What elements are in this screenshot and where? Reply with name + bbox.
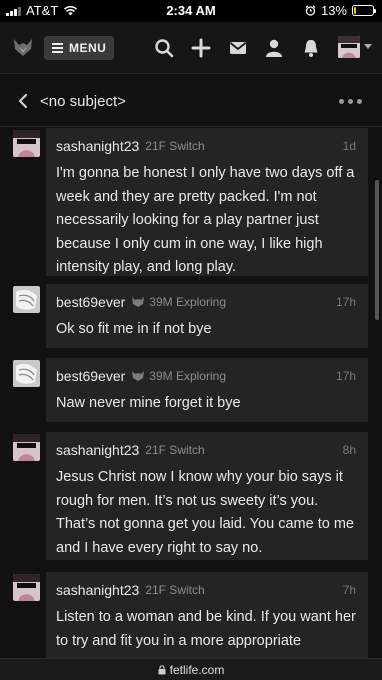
- message-thread[interactable]: sashanight23 21F Switch 1d I'm gonna be …: [0, 128, 382, 658]
- back-arrow-icon[interactable]: [16, 93, 30, 109]
- chevron-down-icon[interactable]: [364, 44, 372, 49]
- sender-avatar[interactable]: [13, 130, 40, 157]
- message-text: Ok so fit me in if not bye: [56, 321, 212, 337]
- avatar-image: [338, 36, 360, 58]
- message-text: Naw never mine forget it bye: [56, 395, 241, 411]
- message-time: 7h: [342, 583, 356, 597]
- avatar-image: [13, 360, 40, 387]
- top-navigation: MENU: [0, 22, 382, 74]
- sender-username[interactable]: best69ever: [56, 294, 125, 310]
- alarm-icon: [305, 5, 316, 16]
- message-bubble: sashanight23 21F Switch 1d I'm gonna be …: [46, 128, 368, 276]
- sender-stats: 39M Exploring: [149, 369, 226, 383]
- sender-username[interactable]: sashanight23: [56, 442, 139, 458]
- sender-stats: 39M Exploring: [149, 295, 226, 309]
- browser-url-bar[interactable]: fetlife.com: [0, 658, 382, 680]
- message-time: 1d: [342, 139, 356, 153]
- user-avatar[interactable]: [338, 36, 360, 58]
- battery-percent: 13%: [320, 3, 347, 18]
- devil-badge-icon: [132, 371, 145, 381]
- url-domain: fetlife.com: [169, 662, 225, 677]
- message-bubble: sashanight23 21F Switch 7h Listen to a w…: [46, 572, 368, 658]
- message-meta: sashanight23 21F Switch 8h: [56, 442, 356, 458]
- message-time: 17h: [335, 369, 356, 383]
- sender-stats: 21F Switch: [145, 583, 205, 597]
- scrollbar[interactable]: [375, 180, 379, 320]
- message-meta: best69ever 39M Exploring 17h: [56, 294, 356, 310]
- avatar-image: [13, 130, 40, 157]
- hamburger-icon: [52, 43, 63, 53]
- battery-level-fill: [354, 7, 357, 14]
- message-meta: best69ever 39M Exploring 17h: [56, 368, 356, 384]
- sender-stats: 21F Switch: [145, 443, 205, 457]
- sender-avatar[interactable]: [13, 286, 40, 313]
- bell-icon[interactable]: [301, 38, 321, 58]
- devil-badge-icon: [132, 297, 145, 307]
- battery-icon: [352, 5, 376, 16]
- plus-icon[interactable]: [191, 38, 211, 58]
- mail-icon[interactable]: [228, 38, 248, 58]
- avatar-image: [13, 434, 40, 461]
- sender-username[interactable]: best69ever: [56, 368, 125, 384]
- fetlife-logo-icon[interactable]: [12, 36, 34, 58]
- status-right: 13%: [305, 3, 376, 18]
- sender-avatar[interactable]: [13, 360, 40, 387]
- sender-avatar[interactable]: [13, 574, 40, 601]
- message-text: Listen to a woman and be kind. If you wa…: [56, 609, 356, 649]
- sender-username[interactable]: sashanight23: [56, 582, 139, 598]
- more-options-icon[interactable]: [339, 99, 362, 104]
- status-bar: AT&T 2:34 AM 13%: [0, 0, 382, 22]
- message-text: I'm gonna be honest I only have two days…: [56, 165, 355, 275]
- message-time: 17h: [335, 295, 356, 309]
- conversation-header: <no subject>: [0, 75, 382, 127]
- menu-button[interactable]: MENU: [44, 36, 114, 60]
- sender-stats: 21F Switch: [145, 139, 205, 153]
- message-text: Jesus Christ now I know why your bio say…: [56, 469, 354, 556]
- message-bubble: best69ever 39M Exploring 17h Ok so fit m…: [46, 284, 368, 348]
- person-icon[interactable]: [264, 38, 284, 58]
- message-bubble: sashanight23 21F Switch 8h Jesus Christ …: [46, 432, 368, 560]
- sender-username[interactable]: sashanight23: [56, 138, 139, 154]
- message-meta: sashanight23 21F Switch 1d: [56, 138, 356, 154]
- conversation-subject: <no subject>: [40, 93, 126, 110]
- avatar-image: [13, 286, 40, 313]
- sender-avatar[interactable]: [13, 434, 40, 461]
- message-meta: sashanight23 21F Switch 7h: [56, 582, 356, 598]
- search-icon[interactable]: [154, 38, 174, 58]
- menu-button-label: MENU: [69, 41, 107, 55]
- message-time: 8h: [342, 443, 356, 457]
- message-bubble: best69ever 39M Exploring 17h Naw never m…: [46, 358, 368, 422]
- avatar-image: [13, 574, 40, 601]
- lock-icon: [158, 664, 166, 674]
